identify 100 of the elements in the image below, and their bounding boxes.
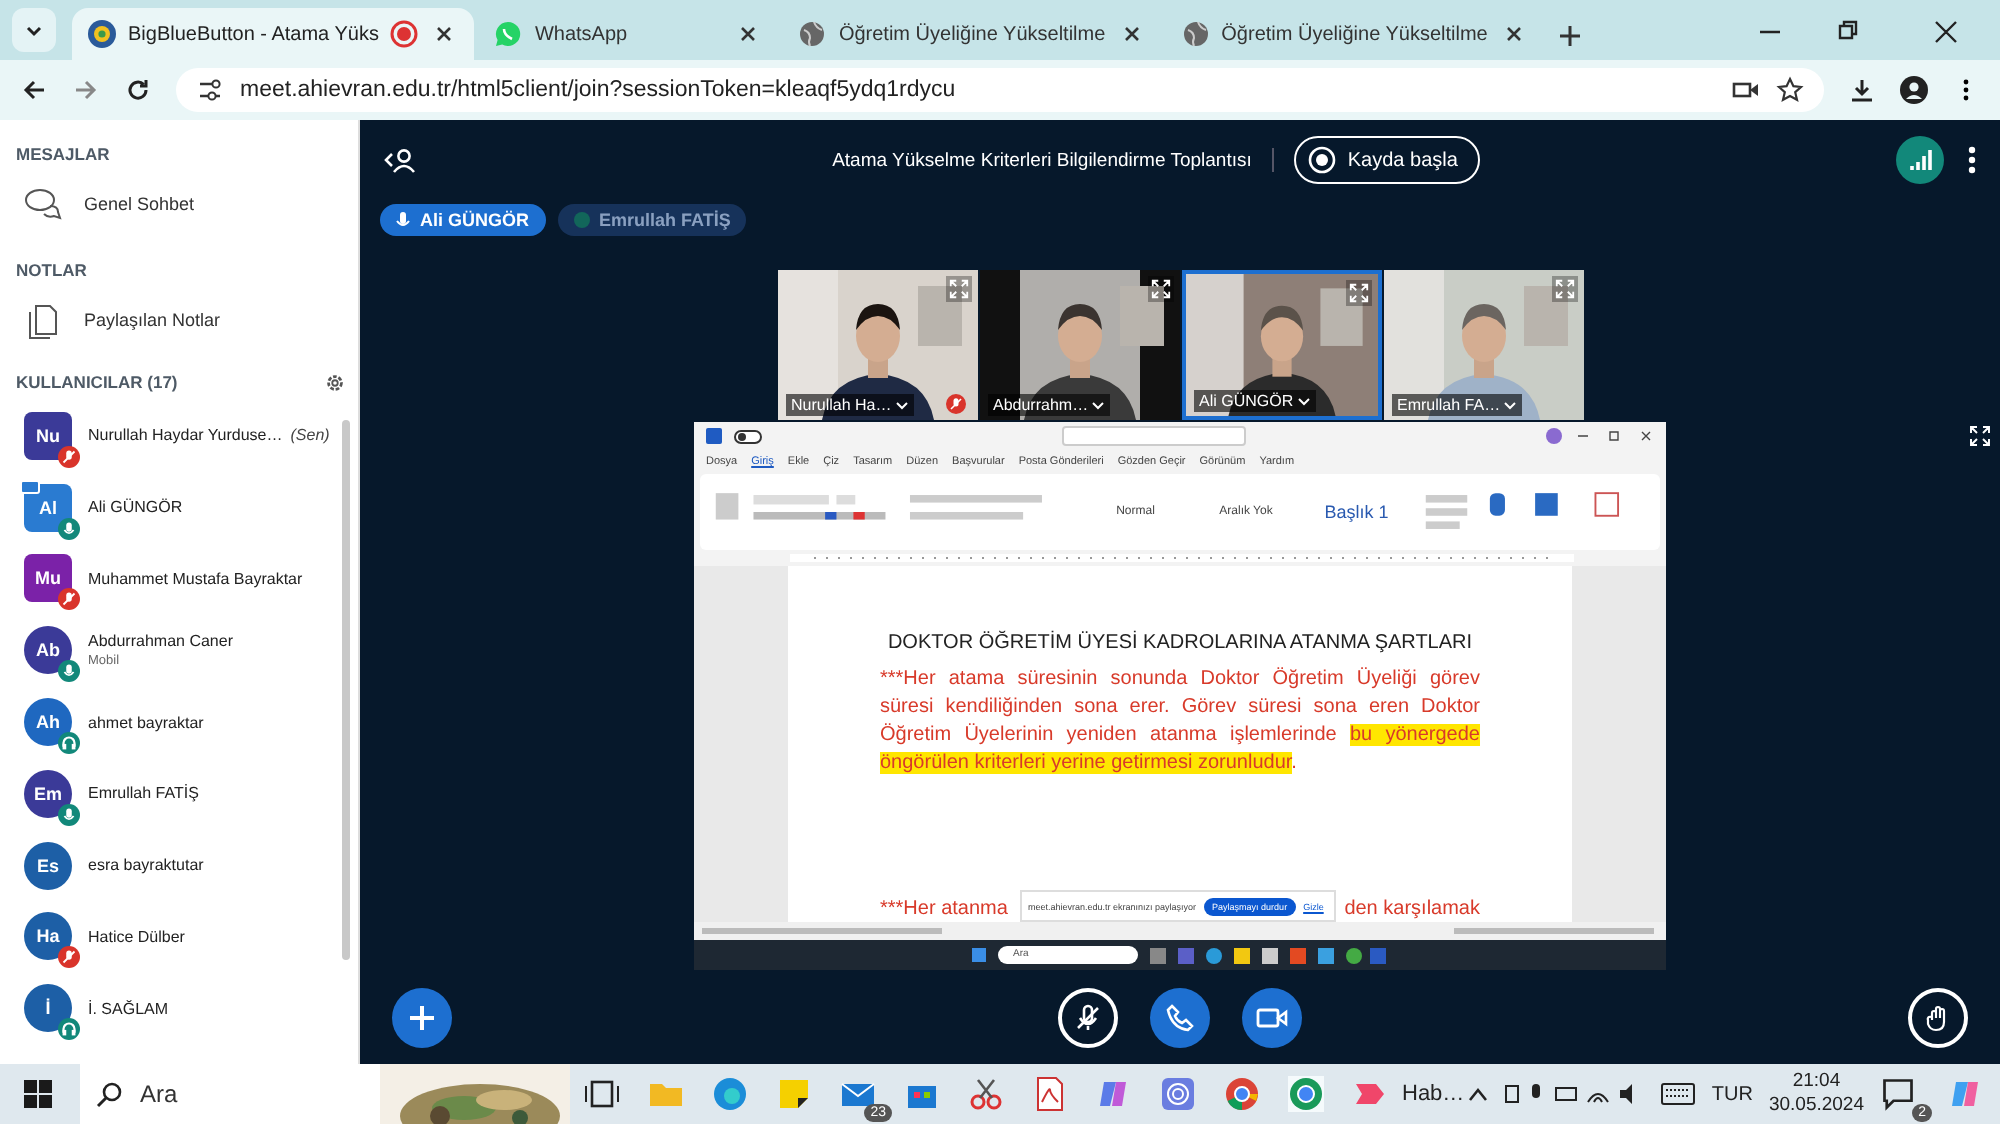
notes-item[interactable]: Paylaşılan Notlar (0, 288, 358, 352)
caret-icon (1504, 401, 1517, 410)
reload-icon[interactable] (124, 76, 152, 104)
profile-icon[interactable] (1900, 76, 1928, 104)
chat-item[interactable]: Genel Sohbet (0, 172, 358, 236)
fullscreen-icon[interactable] (1345, 280, 1371, 306)
user-name: esra bayraktutar (88, 856, 204, 875)
user-name: ahmet bayraktar (88, 713, 204, 732)
raise-hand-button[interactable] (1908, 987, 1968, 1047)
phone-icon (1166, 1003, 1194, 1031)
section-heading: MESAJLAR (14, 142, 112, 168)
document-title: DOKTOR ÖĞRETİM ÜYESİ KADROLARINA ATANMA ŞARTLARI (885, 632, 1475, 654)
talking-indicator[interactable]: Ali GÜNGÖR (380, 204, 546, 236)
video-tile[interactable]: Nurullah Ha… (777, 270, 977, 420)
mic-icon (396, 211, 410, 229)
tab-search-button[interactable] (12, 8, 56, 52)
chat-bubble-icon (494, 20, 523, 48)
options-menu-icon[interactable] (1968, 146, 1976, 174)
start-icon[interactable] (24, 1080, 52, 1108)
browser-tab[interactable]: WhatsApp (478, 8, 779, 60)
caret-icon (1297, 397, 1310, 406)
document-paragraph: ***Her atama süresinin sonunda Doktor Öğretim Üyeliği görev süresi kendiliğinden sona erer. Görev süresi sona eren Doktor Öğretim Üyelerinin yeniden atanma işlemlerinde bu yönergede öngörülen kriterleri yerine getirmesi zorunludur. (880, 666, 1480, 778)
language-indicator[interactable]: TUR (1711, 1083, 1753, 1105)
window-controls-icon[interactable] (1574, 430, 1654, 442)
connection-status-icon[interactable] (1896, 136, 1944, 184)
plus-icon (408, 1003, 436, 1031)
user-item[interactable]: Es esra bayraktutar (0, 829, 358, 902)
user-name: Abdurrahman Caner (88, 632, 233, 651)
fullscreen-icon[interactable] (1968, 424, 1992, 448)
search-field[interactable]: Ara (80, 1064, 380, 1124)
search-field[interactable] (1062, 426, 1246, 446)
unmute-button[interactable] (1058, 987, 1118, 1047)
user-item[interactable]: İ İ. SAĞLAM (0, 972, 358, 1045)
word-icon (706, 428, 722, 444)
back-icon[interactable] (20, 76, 48, 104)
caret-icon (1092, 401, 1105, 410)
user-item[interactable]: Al Ali GÜNGÖR (0, 471, 358, 544)
user-name: Hatice Dülber (88, 927, 185, 946)
record-button[interactable]: Kayda başla (1293, 136, 1480, 184)
user-name: Muhammet Mustafa Bayraktar (88, 569, 303, 588)
user-name: İ. SAĞLAM (88, 999, 169, 1018)
new-tab-icon[interactable] (1555, 22, 1584, 50)
toggle-switch[interactable] (734, 429, 762, 443)
video-name-label[interactable]: Emrullah FA… (1391, 394, 1523, 416)
download-icon[interactable] (1848, 76, 1876, 104)
user-item[interactable]: Ah ahmet bayraktar (0, 686, 358, 758)
settings-icon[interactable] (324, 371, 346, 393)
user-avatar: Es (24, 841, 72, 890)
address-bar[interactable]: meet.ahievran.edu.tr/html5client/join?sessionToken=kleaqf5ydq1rdycu (176, 68, 1824, 112)
record-icon (1307, 146, 1336, 174)
video-tile[interactable]: Emrullah FA… (1383, 270, 1583, 420)
browser-tab[interactable]: BigBlueButton - Atama Yüks (72, 8, 475, 60)
app-icon (1354, 1080, 1386, 1108)
document-text: ***Her atanma (880, 898, 1008, 920)
globe-icon (1181, 20, 1210, 48)
chevron-up-icon[interactable] (1467, 1086, 1488, 1102)
task-view-icon[interactable] (584, 1076, 620, 1112)
user-item[interactable]: Em Emrullah FATİŞ (0, 757, 358, 830)
browser-icon[interactable] (712, 1076, 748, 1112)
video-tile[interactable]: Abdurrahm… (979, 270, 1179, 420)
actions-button[interactable] (392, 987, 452, 1047)
pdf-icon[interactable] (1032, 1076, 1068, 1112)
video-tile[interactable]: Ali GÜNGÖR (1181, 270, 1381, 420)
user-name: Emrullah FATİŞ (88, 784, 199, 803)
video-name-label[interactable]: Ali GÜNGÖR (1193, 390, 1316, 412)
clock[interactable]: 21:04 30.05.2024 (1768, 1070, 1864, 1118)
user-list-toggle-icon[interactable] (384, 146, 416, 174)
browser-tab[interactable]: Öğretim Üyeliğine Yükseltilme (1165, 8, 1544, 60)
talking-indicator[interactable]: Emrullah FATİŞ (557, 204, 747, 236)
avatar-icon (1546, 428, 1562, 444)
user-item[interactable]: Nu Nurullah Haydar Yurduse… (Sen) (0, 400, 358, 472)
dot-icon (573, 212, 590, 228)
user-item[interactable]: Mu Muhammet Mustafa Bayraktar (0, 543, 358, 615)
forward-icon[interactable] (72, 76, 100, 104)
chrome-icon[interactable] (1288, 1076, 1324, 1112)
chat-bubbles-icon (24, 186, 64, 222)
share-webcam-button[interactable] (1242, 987, 1302, 1047)
keyboard-icon[interactable] (1659, 1082, 1696, 1106)
taskbar-app[interactable]: Hab… (1354, 1080, 1465, 1108)
scissors-icon[interactable] (968, 1076, 1004, 1112)
muted-mic-icon (1074, 1003, 1102, 1031)
leave-audio-button[interactable] (1150, 987, 1210, 1047)
fullscreen-icon[interactable] (1147, 276, 1173, 302)
camera-icon (1256, 1005, 1288, 1029)
chrome-icon[interactable] (1224, 1076, 1260, 1112)
video-name-label[interactable]: Abdurrahm… (987, 394, 1111, 416)
scrollbar[interactable] (342, 420, 350, 960)
start-icon[interactable] (971, 948, 985, 962)
style-option[interactable]: Başlık 1 (1311, 502, 1402, 522)
sticky-note-icon[interactable] (776, 1076, 812, 1112)
video-name-label[interactable]: Nurullah Ha… (785, 394, 914, 416)
browser-tab[interactable]: Öğretim Üyeliğine Yükseltilme (782, 8, 1162, 60)
section-heading: NOTLAR (14, 258, 89, 284)
notification-icon[interactable] (1880, 1076, 1916, 1112)
site-settings-icon[interactable] (196, 76, 224, 104)
app-icon (88, 20, 116, 48)
meeting-title: Atama Yükselme Kriterleri Bilgilendirme Toplantısı (832, 149, 1252, 171)
globe-icon (798, 20, 827, 48)
user-item[interactable]: Ha Hatice Dülber (0, 901, 358, 973)
star-icon[interactable] (1776, 76, 1804, 104)
